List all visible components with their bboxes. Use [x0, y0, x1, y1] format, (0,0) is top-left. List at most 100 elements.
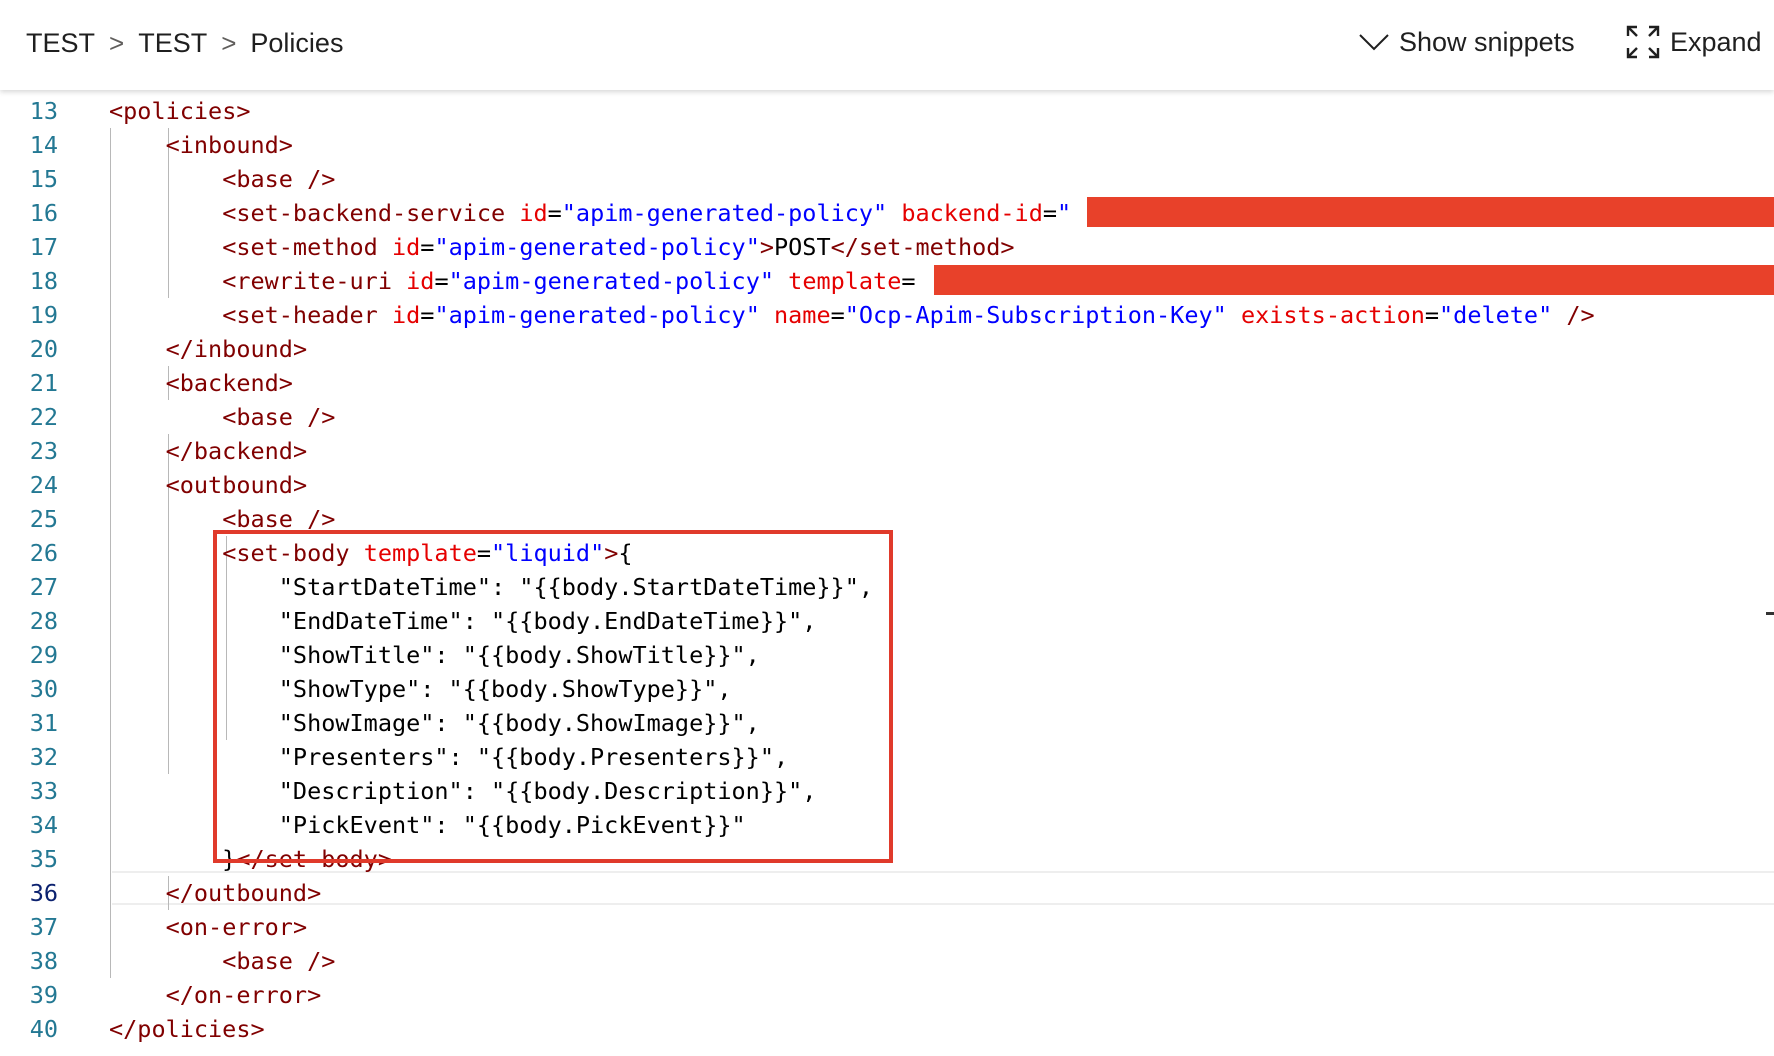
- code-line[interactable]: 39 </on-error>: [0, 978, 1774, 1012]
- code-text: <set-header id="apim-generated-policy" n…: [109, 298, 1595, 332]
- code-token: name: [774, 301, 831, 329]
- code-token: set-backend-service: [236, 199, 506, 227]
- code-token: backend: [179, 369, 279, 397]
- code-token: on-error: [193, 981, 308, 1009]
- code-token: >: [292, 913, 308, 941]
- code-token: <: [165, 131, 180, 159]
- code-token: "apim-generated-policy": [561, 199, 888, 227]
- line-number: 37: [29, 913, 58, 941]
- code-token: >: [278, 369, 293, 397]
- code-line[interactable]: 37 <on-error>: [0, 910, 1774, 944]
- code-token: />: [307, 403, 336, 431]
- code-token: <: [222, 403, 237, 431]
- line-number: 24: [29, 471, 58, 499]
- code-token: <: [222, 301, 237, 329]
- code-text: <on-error>: [109, 910, 308, 944]
- line-number: 26: [29, 539, 58, 567]
- code-token: =: [420, 301, 435, 329]
- breadcrumb-item-policies: Policies: [250, 28, 344, 58]
- code-token: <: [222, 233, 237, 261]
- code-token: >: [1000, 233, 1015, 261]
- code-token: =: [1424, 301, 1440, 329]
- code-token: >: [292, 437, 308, 465]
- code-token: =: [1042, 199, 1057, 227]
- code-line[interactable]: 23 </backend>: [0, 434, 1774, 468]
- code-text: <inbound>: [109, 128, 293, 162]
- code-line[interactable]: 21 <backend>: [0, 366, 1774, 400]
- line-number: 21: [29, 369, 58, 397]
- line-number: 20: [29, 335, 58, 363]
- code-line[interactable]: 38 <base />: [0, 944, 1774, 978]
- expand-button[interactable]: Expand: [1626, 22, 1762, 62]
- line-number: 39: [29, 981, 58, 1009]
- line-number: 29: [29, 641, 58, 669]
- code-line[interactable]: 40 </policies>: [0, 1012, 1774, 1046]
- line-number: 13: [29, 97, 58, 125]
- code-line[interactable]: 14 <inbound>: [0, 128, 1774, 162]
- code-line[interactable]: 15 <base />: [0, 162, 1774, 196]
- code-text: <backend>: [109, 366, 293, 400]
- redaction-bar: [1087, 197, 1774, 227]
- code-token: <: [165, 471, 180, 499]
- code-token: >: [307, 879, 322, 907]
- code-token: ": [1057, 199, 1072, 227]
- line-number: 19: [29, 301, 58, 329]
- code-token: <: [165, 369, 180, 397]
- code-token: set-header: [236, 301, 378, 329]
- code-token: set-method: [858, 233, 1001, 261]
- code-line[interactable]: 24 <outbound>: [0, 468, 1774, 502]
- code-text: <set-backend-service id="apim-generated-…: [109, 196, 1071, 230]
- code-text: <base />: [109, 944, 335, 978]
- code-token: base: [236, 947, 293, 975]
- show-snippets-label: Show snippets: [1399, 26, 1575, 57]
- line-number: 17: [29, 233, 58, 261]
- code-token: inbound: [179, 131, 279, 159]
- line-number: 14: [29, 131, 58, 159]
- show-snippets-button[interactable]: Show snippets: [1357, 22, 1575, 62]
- line-number: 25: [29, 505, 58, 533]
- code-line[interactable]: 20 </inbound>: [0, 332, 1774, 366]
- line-number: 23: [29, 437, 58, 465]
- code-token: =: [420, 233, 435, 261]
- code-token: "Ocp-Apim-Subscription-Key": [844, 301, 1227, 329]
- code-line[interactable]: 19 <set-header id="apim-generated-policy…: [0, 298, 1774, 332]
- code-text: </backend>: [109, 434, 308, 468]
- code-line[interactable]: 13 <policies>: [0, 94, 1774, 128]
- code-token: <: [222, 947, 237, 975]
- code-line[interactable]: 22 <base />: [0, 400, 1774, 434]
- line-number: 15: [29, 165, 58, 193]
- breadcrumb-item-test[interactable]: TEST: [26, 28, 95, 59]
- code-token: />: [307, 505, 336, 533]
- code-token: "apim-generated-policy": [448, 267, 775, 295]
- expand-label: Expand: [1670, 26, 1762, 57]
- code-token: </: [165, 437, 194, 465]
- code-token: id: [406, 267, 435, 295]
- code-token: backend: [193, 437, 293, 465]
- code-token: base: [236, 403, 293, 431]
- code-token: />: [1566, 301, 1595, 329]
- code-text: <base />: [109, 400, 335, 434]
- code-token: rewrite-uri: [236, 267, 392, 295]
- code-token: id: [391, 301, 421, 329]
- code-text: <outbound>: [109, 468, 308, 502]
- code-line[interactable]: 17 <set-method id="apim-generated-policy…: [0, 230, 1774, 264]
- code-line[interactable]: 36 </outbound>: [0, 876, 1774, 910]
- code-text: </on-error>: [109, 978, 322, 1012]
- breadcrumb-item-test-api[interactable]: TEST: [138, 28, 207, 59]
- line-number: 31: [29, 709, 58, 737]
